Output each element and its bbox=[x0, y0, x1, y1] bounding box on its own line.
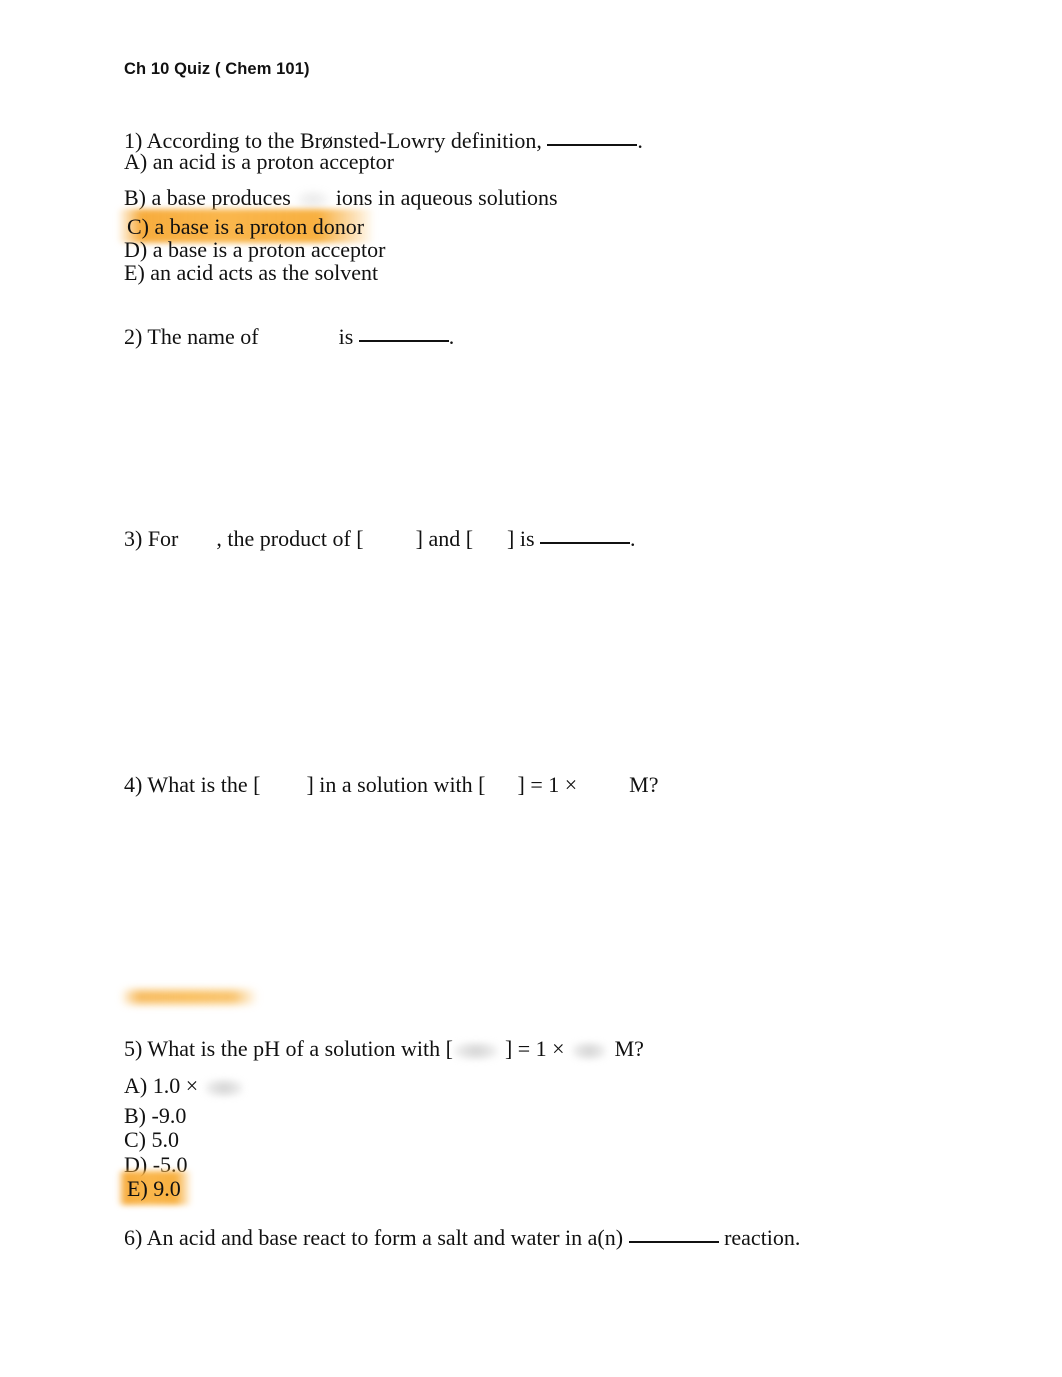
question-3-stem-part3: ] and [ bbox=[415, 526, 474, 551]
question-3-stem-part2: , the product of [ bbox=[216, 526, 364, 551]
question-3-options-missing-area bbox=[124, 560, 824, 740]
question-5-option-a[interactable]: A) 1.0 × bbox=[124, 1073, 245, 1099]
question-4-options-missing-area bbox=[124, 808, 824, 978]
question-5-option-e[interactable]: E) 9.0 bbox=[124, 1176, 184, 1202]
document-page: Ch 10 Quiz ( Chem 101) 1) According to t… bbox=[0, 0, 1062, 1377]
question-5-stem-part2: ] = 1 × bbox=[504, 1036, 565, 1061]
question-2-blank bbox=[358, 322, 449, 344]
question-4-stem-part2: ] in a solution with [ bbox=[306, 772, 486, 797]
question-4-stem-part3: ] = 1 × bbox=[517, 772, 578, 797]
question-5-stem-part3: M? bbox=[614, 1036, 644, 1061]
question-2-stem-part1: 2) The name of bbox=[124, 324, 259, 349]
question-1-option-b[interactable]: B) a base produces ions in aqueous solut… bbox=[124, 185, 558, 211]
question-5-redacted-image-2 bbox=[570, 1040, 607, 1061]
question-1-option-e[interactable]: E) an acid acts as the solvent bbox=[124, 260, 378, 286]
question-6-stem: 6) An acid and base react to form a salt… bbox=[124, 1223, 800, 1251]
question-5-option-a-text: A) 1.0 × bbox=[124, 1073, 199, 1098]
question-3-stem-part4: ] is bbox=[507, 526, 541, 551]
question-6-stem-part2: reaction. bbox=[718, 1225, 801, 1250]
question-4-stem-part1: 4) What is the [ bbox=[124, 772, 261, 797]
question-5-option-b[interactable]: B) -9.0 bbox=[124, 1103, 186, 1129]
question-1-blank bbox=[547, 126, 638, 148]
question-3-stem-period: . bbox=[630, 526, 636, 551]
question-4-stem: 4) What is the [ ] in a solution with [ ] … bbox=[124, 772, 658, 798]
question-2-stem: 2) The name of is . bbox=[124, 322, 454, 350]
question-2-options-missing-area bbox=[124, 360, 824, 500]
question-5-option-e-highlight: E) 9.0 bbox=[124, 1176, 184, 1202]
question-1-stem-period: . bbox=[637, 128, 643, 153]
question-1-option-b-text-before: B) a base produces bbox=[124, 185, 297, 210]
question-2-stem-part2: is bbox=[338, 324, 359, 349]
question-5-option-e-text: E) 9.0 bbox=[127, 1176, 181, 1201]
question-5-option-a-redacted-image bbox=[204, 1077, 245, 1098]
question-5-redacted-image-1 bbox=[452, 1040, 499, 1061]
question-2-stem-period: . bbox=[448, 324, 455, 349]
question-1-option-a[interactable]: A) an acid is a proton acceptor bbox=[124, 149, 394, 175]
question-5-stem-part1: 5) What is the pH of a solution with [ bbox=[124, 1036, 453, 1061]
question-5-option-c[interactable]: C) 5.0 bbox=[124, 1127, 179, 1153]
page-title: Ch 10 Quiz ( Chem 101) bbox=[124, 60, 310, 78]
question-1-option-b-redacted-image bbox=[296, 190, 331, 210]
question-4-stem-part4: M? bbox=[629, 772, 659, 797]
question-6-stem-part1: 6) An acid and base react to form a salt… bbox=[124, 1225, 629, 1250]
question-3-stem-part1: 3) For bbox=[124, 526, 179, 551]
question-1-option-c-text: C) a base is a proton donor bbox=[127, 214, 365, 239]
question-3-stem: 3) For , the product of [ ] and [ ] is . bbox=[124, 524, 636, 552]
question-5-stem: 5) What is the pH of a solution with [ ] … bbox=[124, 1036, 644, 1062]
orphan-highlight-stripe bbox=[122, 990, 258, 1004]
question-1-option-b-text-after: ions in aqueous solutions bbox=[330, 185, 558, 210]
question-6-blank bbox=[628, 1223, 719, 1245]
question-3-blank bbox=[540, 524, 631, 546]
